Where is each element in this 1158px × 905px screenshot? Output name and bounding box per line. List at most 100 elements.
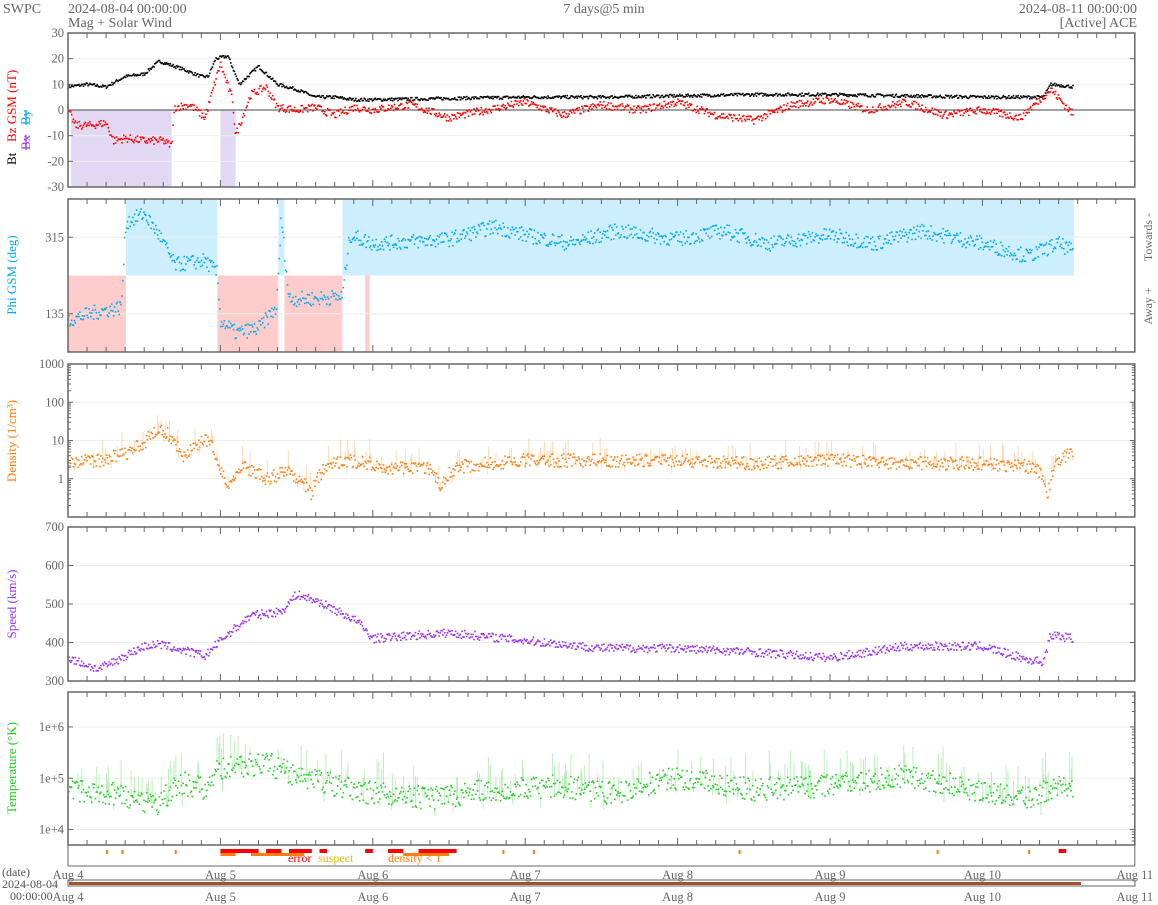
phi-point (1028, 252, 1030, 254)
density-point (271, 472, 273, 474)
density-point (251, 472, 254, 475)
bz-point (646, 105, 649, 108)
bt-point (341, 96, 344, 98)
phi-point (785, 237, 788, 240)
bz-point (236, 127, 238, 130)
phi-point (412, 234, 415, 236)
density-point (1009, 466, 1012, 468)
density-point (832, 459, 835, 461)
density-point (939, 465, 942, 468)
phi-point (991, 246, 994, 248)
bz-point (1006, 113, 1008, 116)
bt-point (706, 93, 708, 96)
density-point (710, 457, 713, 460)
density-point (807, 465, 810, 468)
density-point (907, 465, 910, 468)
phi-point (1048, 243, 1050, 245)
bz-point (1055, 96, 1058, 99)
phi-point (706, 228, 708, 230)
bt-point (227, 55, 229, 57)
bz-point (878, 104, 880, 107)
y-tick-label: -30 (47, 180, 64, 194)
phi-point (378, 248, 380, 251)
temperature-ylabel: Temperature (°K) (4, 722, 19, 814)
density-point (760, 460, 762, 463)
bz-point (616, 108, 619, 111)
phi-point (154, 232, 156, 234)
bz-point (661, 105, 664, 107)
bz-point (80, 124, 82, 127)
bz-point (772, 111, 774, 114)
phi-point (89, 312, 91, 314)
phi-point (999, 241, 1002, 244)
density-point (702, 460, 705, 462)
density-point (313, 479, 315, 482)
speed-ylabel: Speed (km/s) (4, 570, 19, 639)
bt-point (944, 97, 946, 99)
bt-point (1072, 84, 1074, 87)
phi-point (1058, 236, 1061, 238)
bz-point (89, 120, 91, 123)
bz-point (184, 103, 186, 106)
bz-point (1049, 91, 1051, 93)
bz-point (707, 111, 709, 114)
phi-point (678, 240, 681, 243)
start-time: 2024-08-04 00:00:00 (68, 2, 187, 17)
phi-point (827, 235, 830, 237)
bt-point (297, 89, 300, 92)
density-point (283, 471, 286, 474)
phi-point (197, 257, 199, 259)
density-point (362, 462, 365, 465)
phi-point (362, 242, 365, 245)
phi-point (766, 248, 769, 251)
phi-point (622, 228, 624, 230)
bt-point (194, 72, 196, 74)
bz-point (122, 138, 124, 141)
bt-point (1053, 82, 1056, 85)
bz-point (974, 110, 976, 113)
phi-point (691, 233, 694, 236)
y-tick-label: 1 (58, 472, 64, 486)
phi-point (341, 296, 344, 299)
phi-point (628, 235, 631, 237)
bt-point (576, 97, 579, 99)
bz-point (464, 117, 466, 119)
density-point (562, 453, 565, 455)
density-point (85, 456, 88, 459)
bz-point (773, 109, 775, 112)
bz-point (397, 108, 399, 110)
bz-point (810, 101, 813, 103)
bz-point (116, 139, 119, 142)
density-point (934, 456, 936, 459)
bt-point (69, 86, 72, 89)
bz-point (638, 106, 641, 109)
phi-point (496, 228, 498, 231)
density-point (130, 449, 132, 452)
bt-point (1001, 96, 1004, 99)
bz-point (598, 105, 601, 107)
density-point (849, 458, 851, 460)
phi-point (709, 237, 711, 239)
density-point (800, 455, 803, 457)
bt-point (208, 72, 211, 75)
density-point (822, 462, 825, 465)
bz-point (793, 105, 795, 107)
phi-point (218, 308, 221, 310)
density-point (253, 469, 256, 471)
bz-point (917, 103, 920, 106)
bt-point (984, 95, 986, 98)
phi-point (170, 255, 173, 257)
bz-point (753, 123, 755, 125)
phi-point (570, 236, 572, 238)
phi-point (124, 231, 127, 234)
bz-point (101, 124, 104, 127)
phi-point (275, 308, 278, 311)
bt-point (411, 96, 413, 99)
density-point (80, 462, 82, 465)
bz-point (934, 113, 937, 116)
density-point (821, 454, 824, 457)
bz-point (782, 109, 784, 112)
density-point (843, 460, 846, 463)
bz-point (789, 105, 792, 108)
bz-point (557, 110, 559, 112)
